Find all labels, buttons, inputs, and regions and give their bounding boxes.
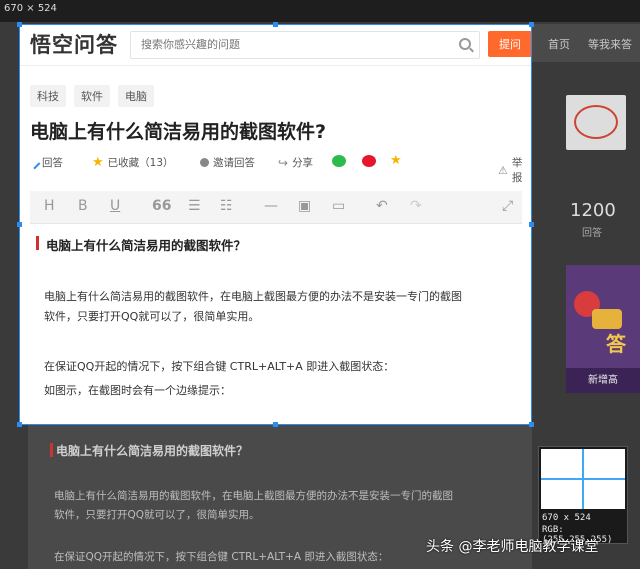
editor-paragraph: 软件，只要打开QQ就可以了，很简单实用。 xyxy=(44,310,260,323)
share-button[interactable]: ↪ 分享 xyxy=(278,155,313,170)
warning-icon: ⚠ xyxy=(498,163,508,177)
resize-handle[interactable] xyxy=(17,422,22,427)
resize-handle[interactable] xyxy=(17,222,22,227)
report-button[interactable]: ⚠ 举报 xyxy=(498,155,530,185)
wechat-icon xyxy=(332,155,346,167)
image-icon[interactable]: ▣ xyxy=(298,198,311,214)
person-icon xyxy=(200,158,209,167)
heading-button[interactable]: H xyxy=(44,198,55,214)
favorite-button[interactable]: ★ 已收藏（13） xyxy=(92,155,174,170)
bg-article-paragraph: 在保证QQ开起的情况下，按下组合键 CTRL+ALT+A 即进入截图状态： xyxy=(54,551,389,563)
capture-region[interactable]: 悟空问答 提问 科技 软件 电脑 电脑上有什么简洁易用的截图软件? 回答 ★ 已… xyxy=(19,24,532,425)
report-label: 举报 xyxy=(511,157,523,184)
nav-waiting[interactable]: 等我来答 xyxy=(588,36,632,52)
underline-button[interactable]: U xyxy=(110,198,120,214)
editor-heading: 电脑上有什么简洁易用的截图软件？ xyxy=(35,235,246,254)
search-input[interactable] xyxy=(139,37,443,52)
ask-button[interactable]: 提问 xyxy=(488,31,531,57)
site-logo[interactable]: 悟空问答 xyxy=(30,29,118,59)
search-icon[interactable] xyxy=(459,38,471,50)
resize-handle[interactable] xyxy=(529,422,534,427)
divider-icon[interactable]: — xyxy=(264,198,278,214)
promo-banner-text: 答 xyxy=(606,332,626,356)
answer-button[interactable]: 回答 xyxy=(27,155,63,170)
fullscreen-icon[interactable]: ⤢ xyxy=(502,198,513,214)
resize-handle[interactable] xyxy=(529,22,534,27)
pen-icon xyxy=(27,156,41,169)
color-picker-magnifier: 670 x 524 RGB:(255,255,255) xyxy=(538,446,628,545)
nav-home[interactable]: 首页 xyxy=(548,36,570,52)
weibo-share[interactable] xyxy=(362,155,376,167)
video-icon[interactable]: ▭ xyxy=(332,198,345,214)
watermark: 头条 @李老师电脑教学课堂 xyxy=(426,539,599,555)
question-actions: 回答 ★ 已收藏（13） 邀请回答 ↪ 分享 ★ ⚠ 举报 xyxy=(27,153,530,184)
resize-handle[interactable] xyxy=(529,222,534,227)
undo-icon[interactable]: ↶ xyxy=(376,198,388,214)
resize-handle[interactable] xyxy=(17,22,22,27)
answer-count: 1200 xyxy=(570,200,616,221)
redo-icon[interactable]: ↷ xyxy=(410,198,422,214)
magnifier-preview xyxy=(541,449,625,509)
ordered-list-icon[interactable]: ☰ xyxy=(188,198,201,214)
star-icon: ★ xyxy=(390,153,402,168)
resize-handle[interactable] xyxy=(273,422,278,427)
editor-paragraph: 在保证QQ开起的情况下，按下组合键 CTRL+ALT+A 即进入截图状态： xyxy=(44,360,395,373)
bold-button[interactable]: B xyxy=(78,198,88,214)
tag-item[interactable]: 电脑 xyxy=(118,85,154,107)
share-label: 分享 xyxy=(292,157,314,169)
picker-size: 670 x 524 xyxy=(542,513,591,523)
star-share[interactable]: ★ xyxy=(390,153,402,168)
favorite-label: 已收藏（13） xyxy=(107,157,174,169)
wechat-share[interactable] xyxy=(332,155,346,167)
tag-list: 科技 软件 电脑 xyxy=(30,85,154,107)
editor-paragraph: 电脑上有什么简洁易用的截图软件，在电脑上截图最方便的办法不是安装一专门的截图 xyxy=(44,290,462,303)
quote-button[interactable]: 66 xyxy=(152,198,171,214)
invite-button[interactable]: 邀请回答 xyxy=(200,155,255,170)
answer-label: 回答 xyxy=(42,157,63,169)
tag-item[interactable]: 科技 xyxy=(30,85,66,107)
unordered-list-icon[interactable]: ☷ xyxy=(220,198,233,214)
search-box[interactable] xyxy=(130,31,480,59)
site-header: 悟空问答 提问 xyxy=(20,25,531,66)
bg-article-heading: 电脑上有什么简洁易用的截图软件？ xyxy=(49,443,249,458)
resize-handle[interactable] xyxy=(273,22,278,27)
editor-paragraph: 如图示，在截图时会有一个边缘提示： xyxy=(44,384,231,397)
tag-item[interactable]: 软件 xyxy=(74,85,110,107)
bg-article-paragraph: 电脑上有什么简洁易用的截图软件，在电脑上截图最方便的办法不是安装一专门的截图 xyxy=(54,490,453,502)
capture-toolbar: 670 × 524 xyxy=(0,0,640,22)
weibo-icon xyxy=(362,155,376,167)
star-icon: ★ xyxy=(92,154,104,170)
bg-article-paragraph: 软件，只要打开QQ就可以了，很简单实用。 xyxy=(54,509,260,521)
question-title: 电脑上有什么简洁易用的截图软件? xyxy=(30,121,327,143)
invite-label: 邀请回答 xyxy=(213,157,255,169)
share-icon: ↪ xyxy=(278,155,289,170)
editor-toolbar: H B U 66 ☰ ☷ — ▣ ▭ ↶ ↷ ⤢ xyxy=(30,191,522,224)
crosshair xyxy=(541,478,625,480)
answer-count-label: 回答 xyxy=(582,228,602,239)
answer-editor[interactable]: 电脑上有什么简洁易用的截图软件？ 电脑上有什么简洁易用的截图软件，在电脑上截图最… xyxy=(30,225,522,424)
promo-banner-caption: 新增高 xyxy=(566,368,640,393)
dimension-label: 670 × 524 xyxy=(4,3,57,14)
profile-card xyxy=(566,95,626,150)
